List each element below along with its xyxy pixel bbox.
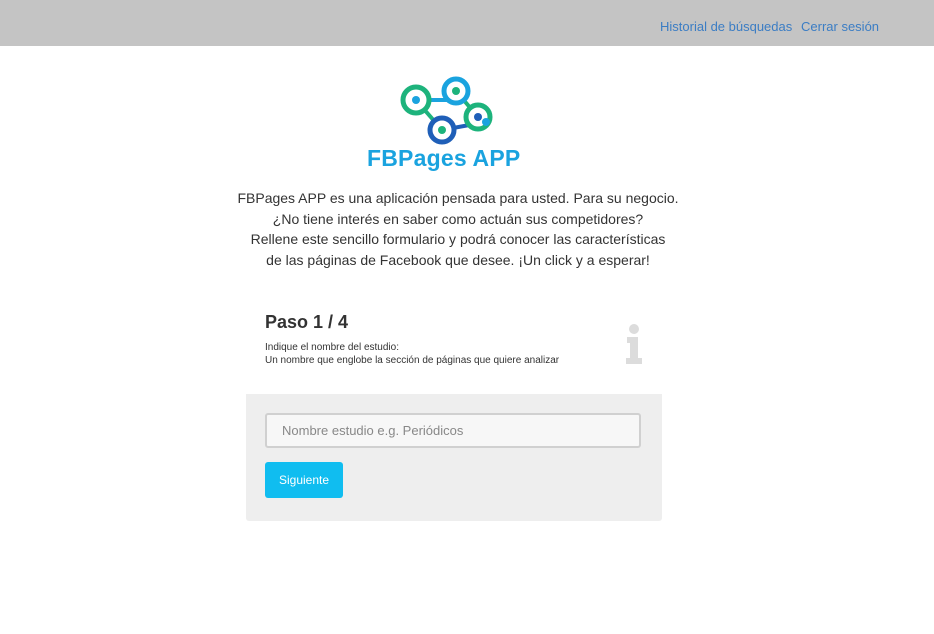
- logo-node-dot: [482, 118, 490, 126]
- top-navbar: Historial de búsquedas Cerrar sesión: [0, 0, 934, 46]
- logo-node-dot: [452, 87, 460, 95]
- brand-name: FBPages APP: [367, 145, 521, 171]
- info-icon: [626, 324, 642, 364]
- logo-node-dot: [412, 96, 420, 104]
- nav-link-logout[interactable]: Cerrar sesión: [801, 19, 879, 34]
- brand-logo-icon: [400, 76, 493, 145]
- intro-line: Rellene este sencillo formulario y podrá…: [250, 231, 666, 247]
- study-form: Siguiente: [246, 394, 662, 521]
- step-description-line: Indique el nombre del estudio:: [265, 342, 399, 353]
- step-description: Indique el nombre del estudio: Un nombre…: [265, 341, 559, 367]
- logo-node-dot: [438, 126, 446, 134]
- step-title: Paso 1 / 4: [265, 312, 349, 332]
- intro-line: FBPages APP es una aplicación pensada pa…: [237, 190, 679, 206]
- logo-node-dot: [474, 113, 482, 121]
- nav-link-search-history[interactable]: Historial de búsquedas: [660, 19, 792, 34]
- step-description-line: Un nombre que englobe la sección de pági…: [265, 355, 560, 366]
- intro-text: FBPages APP es una aplicación pensada pa…: [200, 188, 716, 270]
- step-header: Paso 1 / 4 Indique el nombre del estudio…: [246, 300, 662, 394]
- intro-line: ¿No tiene interés en saber como actuán s…: [272, 210, 644, 227]
- next-button[interactable]: Siguiente: [265, 462, 343, 498]
- study-name-input[interactable]: [265, 413, 641, 448]
- intro-line: de las páginas de Facebook que desee. ¡U…: [266, 251, 650, 268]
